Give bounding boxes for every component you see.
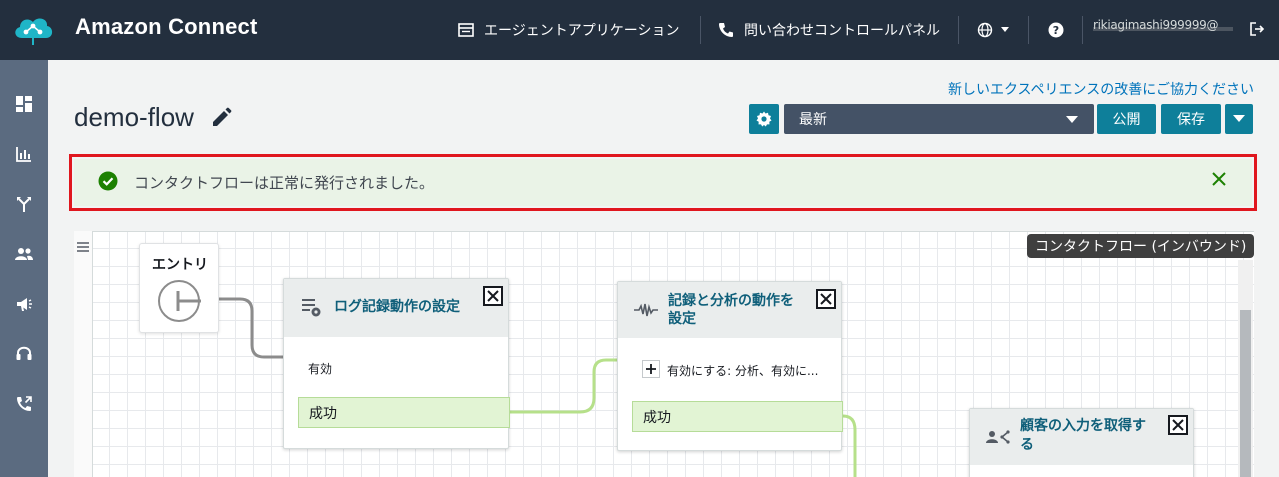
block-header: 顧客の入力を取得す る bbox=[970, 409, 1193, 465]
logging-settings-icon bbox=[302, 299, 321, 317]
close-icon bbox=[1172, 419, 1184, 431]
branch-success[interactable]: 成功 bbox=[298, 397, 510, 428]
block-title-line-2: る bbox=[1020, 437, 1034, 453]
flow-block-get-customer-input[interactable]: 顧客の入力を取得す る bbox=[969, 408, 1194, 477]
close-icon bbox=[487, 290, 499, 302]
block-close-button[interactable] bbox=[483, 286, 503, 306]
block-title: ログ記録動作の設定 bbox=[334, 299, 460, 315]
entry-label: エントリ bbox=[152, 257, 208, 273]
plus-icon bbox=[646, 364, 656, 374]
block-header: 記録と分析の動作を 設定 bbox=[618, 282, 841, 338]
flow-block-set-logging[interactable]: ログ記録動作の設定 有効 成功 bbox=[283, 278, 510, 449]
block-header: ログ記録動作の設定 bbox=[284, 279, 508, 337]
close-icon bbox=[820, 293, 832, 305]
block-close-button[interactable] bbox=[816, 289, 836, 309]
block-title-line-2: 設定 bbox=[668, 311, 696, 327]
flow-block-set-recording[interactable]: 記録と分析の動作を 設定 有効にする: 分析、有効に... 成功 bbox=[617, 281, 843, 451]
block-input-label: 有効にする: 分析、有効に... bbox=[667, 364, 819, 378]
branch-success[interactable]: 成功 bbox=[632, 401, 843, 432]
entry-start-icon bbox=[158, 280, 201, 322]
customer-input-icon bbox=[986, 430, 1010, 444]
block-title-line-1: 顧客の入力を取得す bbox=[1020, 418, 1146, 434]
block-title-line-1: 記録と分析の動作を bbox=[668, 293, 794, 309]
block-input-label: 有効 bbox=[308, 362, 333, 376]
entry-block[interactable]: エントリ bbox=[139, 243, 219, 333]
expand-button[interactable] bbox=[642, 360, 660, 378]
block-close-button[interactable] bbox=[1168, 415, 1188, 435]
waveform-icon bbox=[634, 303, 658, 317]
